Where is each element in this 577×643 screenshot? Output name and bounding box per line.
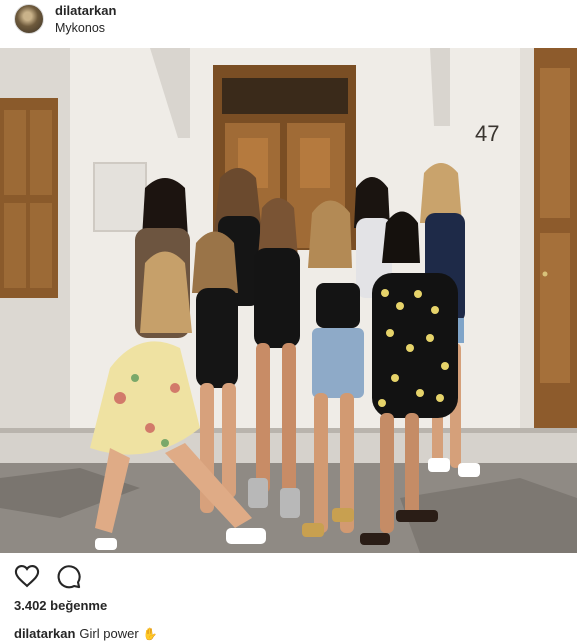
house-number: 47 — [475, 121, 499, 146]
heart-icon[interactable] — [13, 562, 41, 590]
caption-text: Girl power — [79, 626, 139, 641]
photo-illustration: 47 — [0, 48, 577, 553]
caption-username[interactable]: dilatarkan — [14, 626, 75, 641]
avatar[interactable] — [14, 4, 44, 34]
post-username[interactable]: dilatarkan — [55, 3, 116, 18]
post-header: dilatarkan Mykonos — [0, 0, 577, 44]
likes-count[interactable]: 3.402 beğenme — [14, 598, 107, 613]
raised-hand-icon: ✋ — [142, 627, 158, 641]
comment-bubble-icon[interactable] — [54, 562, 82, 590]
post-location[interactable]: Mykonos — [55, 21, 105, 35]
post-caption: dilatarkan Girl power ✋ — [14, 626, 158, 641]
post-photo[interactable]: 47 — [0, 48, 577, 553]
post-actions — [0, 562, 577, 592]
